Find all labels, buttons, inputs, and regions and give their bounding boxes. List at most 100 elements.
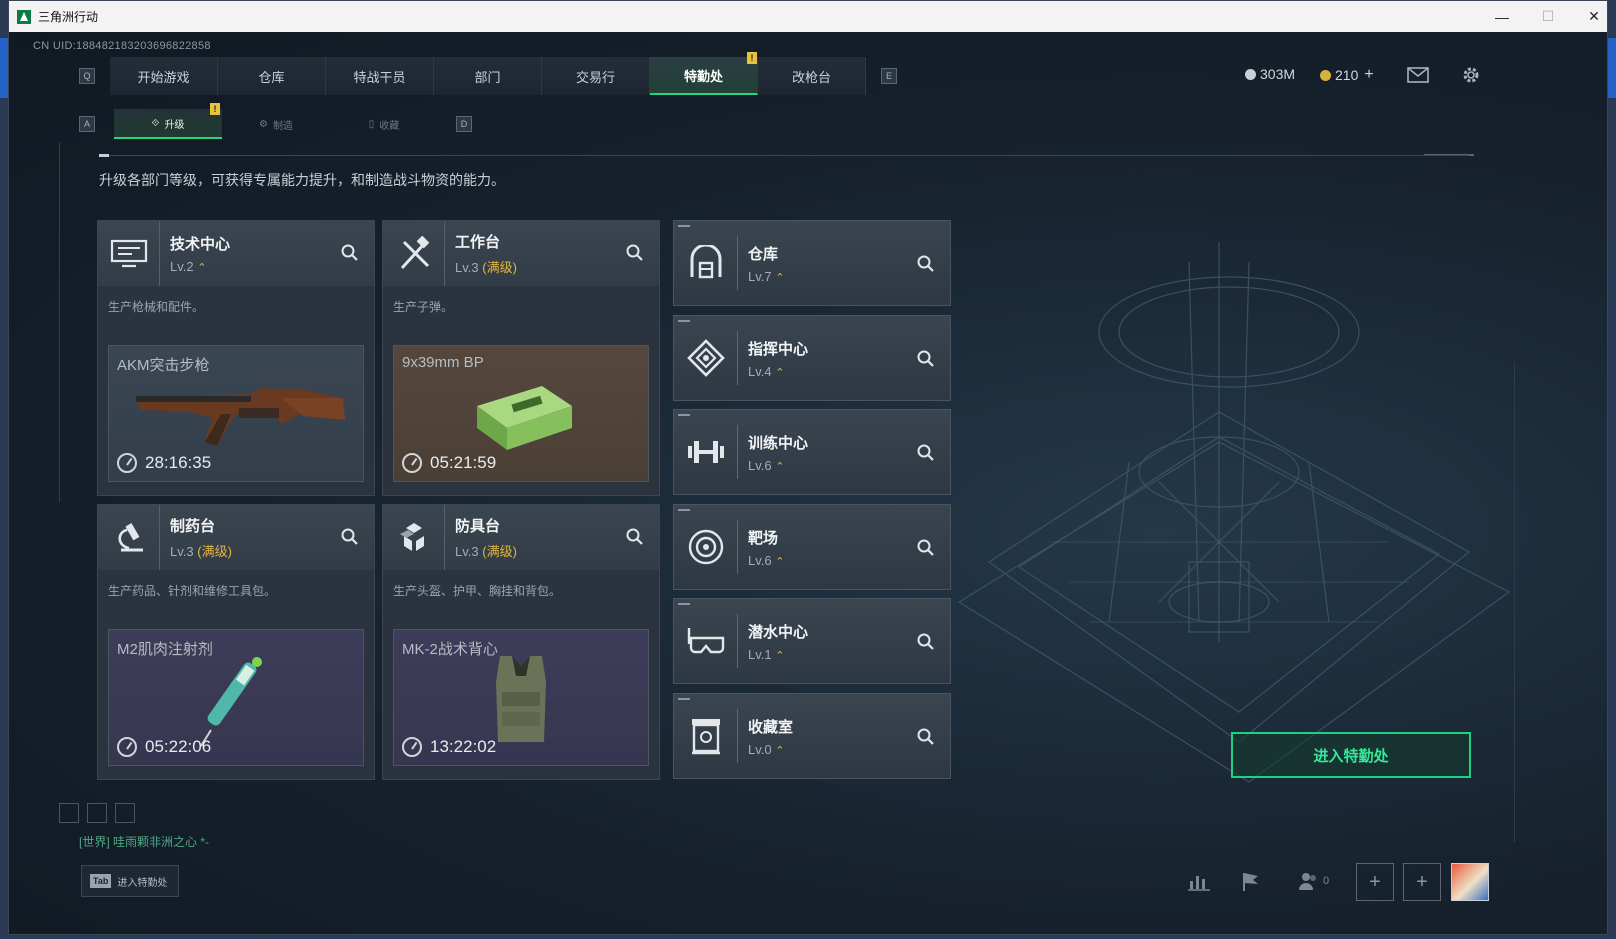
search-icon[interactable] bbox=[916, 443, 936, 463]
tab-trading[interactable]: 交易行 bbox=[542, 57, 650, 95]
stats-chart-icon[interactable] bbox=[1186, 868, 1212, 894]
search-icon[interactable] bbox=[916, 538, 936, 558]
tab-department[interactable]: 部门 bbox=[434, 57, 542, 95]
player-avatar[interactable] bbox=[1451, 863, 1489, 901]
search-icon[interactable] bbox=[340, 527, 360, 547]
level-up-arrow-icon: ⌃ bbox=[775, 366, 785, 379]
facility-card-training-center[interactable]: 训练中心 Lv.6 ⌃ bbox=[673, 409, 951, 495]
add-squad-slot-button[interactable]: + bbox=[1403, 863, 1441, 901]
workstation-name: 技术中心 bbox=[170, 236, 231, 253]
workstation-card-tech-center[interactable]: 技术中心 Lv.2 ⌃ 生产枪械和配件。 AKM突击步枪 28:16:35 bbox=[97, 220, 375, 496]
tab-key: Tab bbox=[90, 874, 112, 888]
nav-prev-key[interactable]: Q bbox=[79, 68, 95, 84]
silver-amount: 303M bbox=[1260, 66, 1296, 82]
tab-shortcut-hint[interactable]: Tab 进入特勤处 bbox=[81, 865, 179, 897]
tab-start-game[interactable]: 开始游戏 bbox=[110, 57, 218, 95]
tab-operators[interactable]: 特战干员 bbox=[326, 57, 434, 95]
app-logo-icon bbox=[17, 9, 31, 24]
crafting-item-slot[interactable]: MK-2战术背心 13:22:02 bbox=[393, 629, 649, 766]
search-icon[interactable] bbox=[625, 243, 645, 263]
subtab-craft[interactable]: ⚙ 制造 bbox=[222, 109, 330, 139]
level-up-arrow-icon: ⌃ bbox=[775, 460, 785, 473]
workstation-description: 生产头盔、护甲、胸挂和背包。 bbox=[393, 584, 562, 598]
level-up-arrow-icon: ⌃ bbox=[775, 649, 785, 662]
workstation-card-pharmacy[interactable]: 制药台 Lv.3 (满级) 生产药品、针剂和维修工具包。 M2肌肉注射剂 05:… bbox=[97, 504, 375, 780]
workstation-description: 生产枪械和配件。 bbox=[108, 300, 205, 314]
search-icon[interactable] bbox=[916, 254, 936, 274]
workstation-card-armor-bench[interactable]: 防具台 Lv.3 (满级) 生产头盔、护甲、胸挂和背包。 MK-2战术背心 13… bbox=[382, 504, 660, 780]
friends-button[interactable]: 0 bbox=[1293, 868, 1333, 894]
workstation-name: 制药台 bbox=[170, 518, 216, 535]
close-button[interactable]: ✕ bbox=[1571, 1, 1607, 32]
minimize-button[interactable]: — bbox=[1479, 1, 1525, 32]
ammo-box-icon bbox=[477, 386, 572, 450]
window-title: 三角洲行动 bbox=[38, 10, 99, 24]
facility-card-command-center[interactable]: 指挥中心 Lv.4 ⌃ bbox=[673, 315, 951, 401]
maximize-button[interactable]: ☐ bbox=[1525, 1, 1571, 32]
subtab-upgrade[interactable]: ⟐ 升级 ! bbox=[114, 103, 222, 139]
crafting-item-slot[interactable]: AKM突击步枪 28:16:35 bbox=[108, 345, 364, 482]
monitor-icon bbox=[98, 221, 160, 286]
workstation-description: 生产药品、针剂和维修工具包。 bbox=[108, 584, 277, 598]
craft-icon: ⚙ bbox=[259, 118, 268, 130]
upgrade-icon: ⟐ bbox=[151, 117, 160, 129]
search-icon[interactable] bbox=[340, 243, 360, 263]
facility-level: Lv.1 ⌃ bbox=[748, 646, 785, 662]
diving-mask-icon bbox=[674, 614, 738, 668]
search-icon[interactable] bbox=[916, 727, 936, 747]
mail-icon[interactable] bbox=[1406, 64, 1430, 86]
subnav-prev-key[interactable]: A bbox=[79, 116, 95, 132]
facility-card-diving-center[interactable]: 潜水中心 Lv.1 ⌃ bbox=[673, 598, 951, 684]
facility-name: 指挥中心 bbox=[748, 340, 809, 358]
search-icon[interactable] bbox=[916, 349, 936, 369]
crafting-item-slot[interactable]: M2肌肉注射剂 05:22:06 bbox=[108, 629, 364, 766]
search-icon[interactable] bbox=[916, 632, 936, 652]
enter-special-ops-button[interactable]: 进入特勤处 bbox=[1231, 732, 1471, 778]
quick-slots bbox=[59, 803, 135, 823]
timer-icon bbox=[402, 737, 422, 757]
facility-name: 训练中心 bbox=[748, 434, 809, 452]
quick-slot[interactable] bbox=[115, 803, 135, 823]
add-gold-button[interactable]: + bbox=[1364, 66, 1373, 84]
target-icon bbox=[674, 520, 738, 574]
workstation-level: Lv.3 (满级) bbox=[170, 544, 232, 559]
craft-timer: 05:21:59 bbox=[402, 453, 496, 473]
workstation-level: Lv.3 (满级) bbox=[455, 260, 517, 275]
gold-currency[interactable]: 210 + bbox=[1320, 66, 1374, 84]
page-description: 升级各部门等级，可获得专属能力提升，和制造战斗物资的能力。 bbox=[99, 172, 505, 188]
flag-icon[interactable] bbox=[1237, 868, 1263, 894]
workstation-description: 生产子弹。 bbox=[393, 300, 454, 314]
subnav-next-key[interactable]: D bbox=[456, 116, 472, 132]
craft-timer: 28:16:35 bbox=[117, 453, 211, 473]
item-name: 9x39mm BP bbox=[402, 354, 484, 371]
facility-level: Lv.4 ⌃ bbox=[748, 363, 785, 379]
facility-card-warehouse[interactable]: 仓库 Lv.7 ⌃ bbox=[673, 220, 951, 306]
divider-accent bbox=[99, 154, 109, 157]
notification-badge: ! bbox=[747, 52, 757, 64]
subtab-collection[interactable]: ▯ 收藏 bbox=[330, 109, 438, 139]
facility-name: 仓库 bbox=[748, 245, 779, 263]
quick-slot[interactable] bbox=[59, 803, 79, 823]
tab-gunsmith[interactable]: 改枪台 bbox=[758, 57, 866, 95]
warehouse-icon bbox=[674, 236, 738, 290]
card-header: 技术中心 Lv.2 ⌃ bbox=[98, 221, 374, 286]
craft-timer: 05:22:06 bbox=[117, 737, 211, 757]
tab-special-ops[interactable]: 特勤处 ! bbox=[650, 52, 758, 95]
crafting-item-slot[interactable]: 9x39mm BP 05:21:59 bbox=[393, 345, 649, 482]
search-icon[interactable] bbox=[625, 527, 645, 547]
world-chat-message[interactable]: [世界] 哇雨颗非洲之心 *- bbox=[79, 833, 209, 850]
tab-hint-label: 进入特勤处 bbox=[117, 877, 168, 889]
subtab-collection-label: 收藏 bbox=[379, 120, 400, 132]
workstation-card-workbench[interactable]: 工作台 Lv.3 (满级) 生产子弹。 9x39mm BP 05:21:59 bbox=[382, 220, 660, 496]
tab-warehouse[interactable]: 仓库 bbox=[218, 57, 326, 95]
facility-card-collection-room[interactable]: 收藏室 Lv.0 ⌃ bbox=[673, 693, 951, 779]
add-squad-slot-button[interactable]: + bbox=[1356, 863, 1394, 901]
settings-gear-icon[interactable] bbox=[1459, 64, 1483, 86]
facility-name: 收藏室 bbox=[748, 718, 794, 736]
title-bar: 三角洲行动 — ☐ ✕ bbox=[9, 1, 1607, 32]
facility-card-shooting-range[interactable]: 靶场 Lv.6 ⌃ bbox=[673, 504, 951, 590]
quick-slot[interactable] bbox=[87, 803, 107, 823]
silver-currency: 303M bbox=[1245, 66, 1295, 82]
nav-next-key[interactable]: E bbox=[881, 68, 897, 84]
gold-amount: 210 bbox=[1335, 67, 1359, 83]
